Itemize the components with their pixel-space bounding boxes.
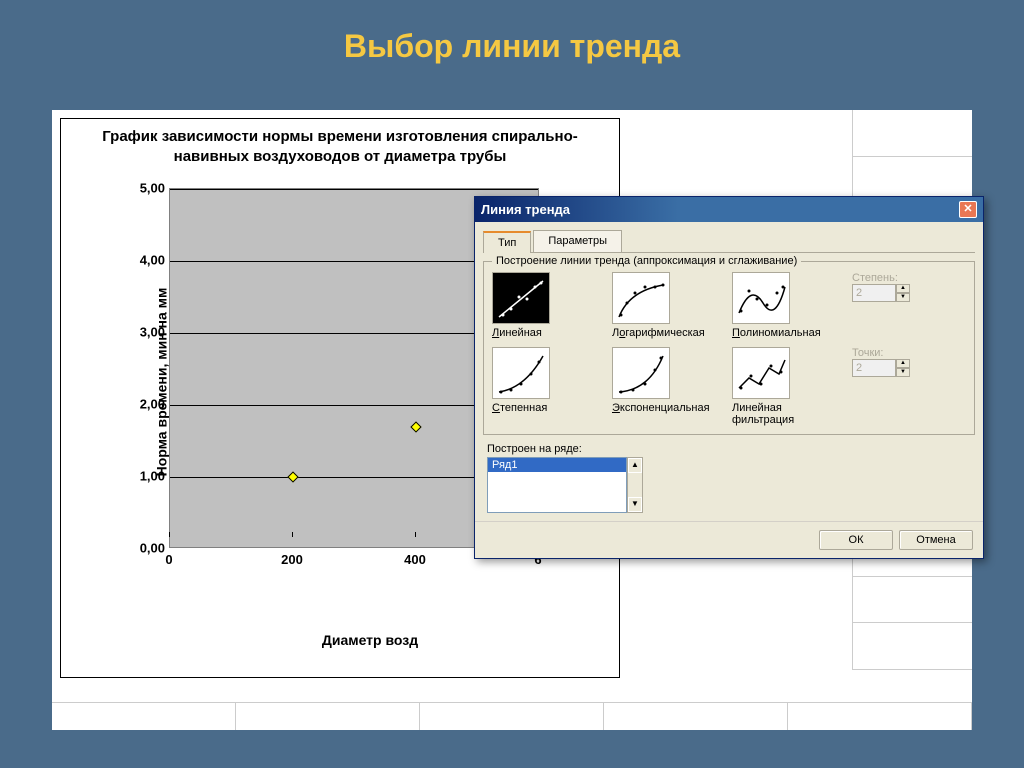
spreadsheet-row xyxy=(52,702,972,730)
trend-power-icon[interactable] xyxy=(492,347,550,399)
trend-exp-label: Экспоненциальная xyxy=(612,402,710,414)
x-axis-label: Диаметр возд xyxy=(61,632,619,648)
trend-linear-icon[interactable] xyxy=(492,272,550,324)
dialog-title: Линия тренда xyxy=(481,202,570,217)
points-label: Точки: xyxy=(852,347,924,359)
spin-down-icon: ▼ xyxy=(896,293,910,302)
trend-power-label: Степенная xyxy=(492,402,547,414)
data-point[interactable] xyxy=(287,471,298,482)
trend-exp-icon[interactable] xyxy=(612,347,670,399)
x-tick: 200 xyxy=(281,552,303,567)
y-tick: 2,00 xyxy=(121,396,165,411)
degree-label: Степень: xyxy=(852,272,924,284)
degree-input xyxy=(852,284,896,302)
tab-params[interactable]: Параметры xyxy=(533,230,622,252)
series-label: Построен на ряде: xyxy=(487,443,971,455)
trend-linear-label: Линейная xyxy=(492,327,542,339)
y-tick: 1,00 xyxy=(121,468,165,483)
points-input xyxy=(852,359,896,377)
cancel-button[interactable]: Отмена xyxy=(899,530,973,550)
slide-title: Выбор линии тренда xyxy=(0,0,1024,83)
y-tick: 0,00 xyxy=(121,540,165,555)
y-tick: 3,00 xyxy=(121,324,165,339)
y-tick: 4,00 xyxy=(121,252,165,267)
spin-up-icon: ▲ xyxy=(896,284,910,293)
trend-log-icon[interactable] xyxy=(612,272,670,324)
tab-row: Тип Параметры xyxy=(483,230,975,253)
trend-moving-label: Линейная фильтрация xyxy=(732,402,794,426)
chart-title: График зависимости нормы времени изготов… xyxy=(61,119,619,172)
scrollbar[interactable]: ▲ ▼ xyxy=(627,457,643,513)
ok-button[interactable]: ОК xyxy=(819,530,893,550)
series-item[interactable]: Ряд1 xyxy=(488,458,626,472)
scroll-up-icon[interactable]: ▲ xyxy=(628,458,642,473)
spin-up-icon: ▲ xyxy=(896,359,910,368)
trend-poly-icon[interactable] xyxy=(732,272,790,324)
tab-type[interactable]: Тип xyxy=(483,231,531,253)
x-tick: 400 xyxy=(404,552,426,567)
data-point[interactable] xyxy=(410,421,421,432)
series-listbox[interactable]: Ряд1 xyxy=(487,457,627,513)
trendline-dialog: Линия тренда ✕ Тип Параметры Построение … xyxy=(474,196,984,559)
group-label: Построение линии тренда (аппроксимация и… xyxy=(492,255,801,267)
x-tick: 0 xyxy=(165,552,172,567)
trend-poly-label: Полиномиальная xyxy=(732,327,821,339)
spin-down-icon: ▼ xyxy=(896,368,910,377)
close-icon[interactable]: ✕ xyxy=(959,201,977,218)
scroll-down-icon[interactable]: ▼ xyxy=(628,497,642,512)
dialog-titlebar[interactable]: Линия тренда ✕ xyxy=(475,197,983,222)
trend-type-group: Построение линии тренда (аппроксимация и… xyxy=(483,261,975,435)
y-axis-label: Норма времени, мин на мм xyxy=(153,287,169,476)
y-tick: 5,00 xyxy=(121,180,165,195)
trend-log-label: Логарифмическая xyxy=(612,327,705,339)
trend-moving-icon[interactable] xyxy=(732,347,790,399)
